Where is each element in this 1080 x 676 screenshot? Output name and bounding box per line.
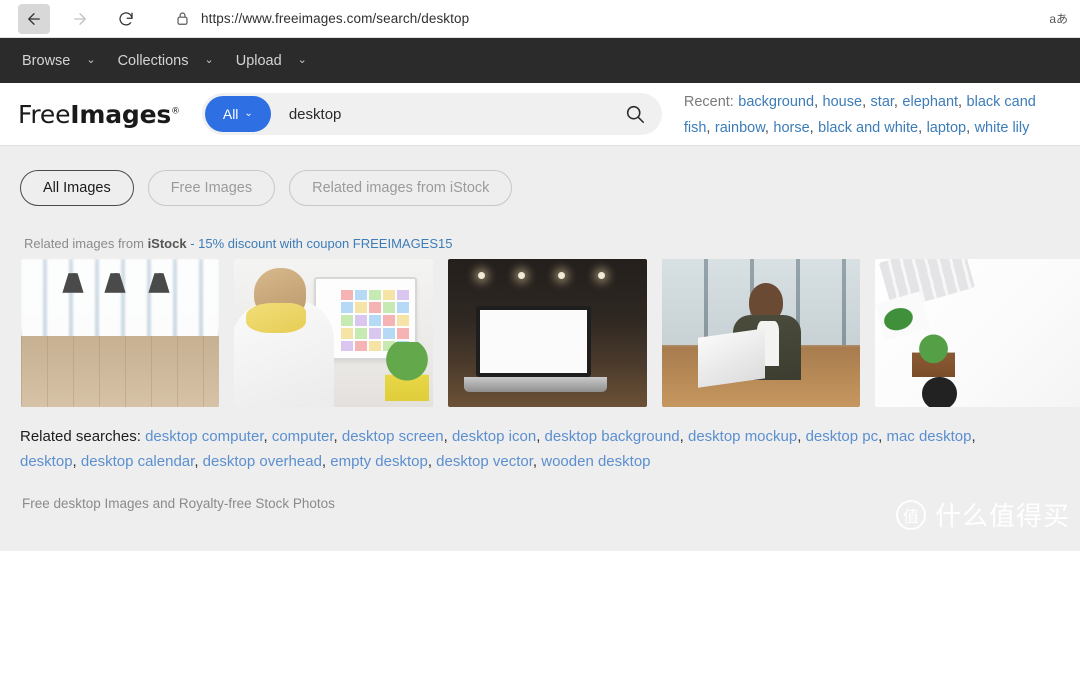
recent-link-rainbow[interactable]: rainbow xyxy=(715,120,765,136)
recent-link-black-and-white[interactable]: black and white xyxy=(818,120,918,136)
nav-item-collections[interactable]: Collections xyxy=(118,53,189,69)
recent-link-house[interactable]: house xyxy=(823,94,863,110)
related-link-wooden-desktop[interactable]: wooden desktop xyxy=(541,453,650,470)
lock-icon xyxy=(176,11,189,26)
related-link-desktop-vector[interactable]: desktop vector xyxy=(436,453,533,470)
recent-link-star[interactable]: star xyxy=(871,94,894,110)
related-link-mac-desktop[interactable]: mac desktop xyxy=(886,428,971,445)
chevron-down-icon-scope: ⌄ xyxy=(244,108,253,119)
related-searches-label: Related searches: xyxy=(20,428,141,445)
recent-searches-line-1: Recent: background, house, star, elephan… xyxy=(683,94,1036,110)
nav-item-upload[interactable]: Upload xyxy=(236,53,282,69)
browser-forward-button[interactable] xyxy=(64,4,96,34)
chevron-down-icon-upload[interactable]: ⌄ xyxy=(298,55,307,66)
related-link-desktop-overhead[interactable]: desktop overhead xyxy=(203,453,322,470)
related-link-desktop-icon[interactable]: desktop icon xyxy=(452,428,536,445)
address-bar-url: https://www.freeimages.com/search/deskto… xyxy=(201,11,470,26)
istock-thumbnail-5[interactable] xyxy=(875,259,1080,407)
istock-thumbnail-4[interactable] xyxy=(662,259,860,407)
recent-link-black-candle[interactable]: black cand xyxy=(967,94,1036,110)
search-input[interactable]: desktop xyxy=(289,106,624,123)
woman-at-computer-photo xyxy=(234,259,433,407)
search-results-area: All Images Free Images Related images fr… xyxy=(0,145,1080,551)
related-link-desktop-computer[interactable]: desktop computer xyxy=(145,428,263,445)
search-bar[interactable]: All ⌄ desktop xyxy=(201,93,662,135)
recent-link-white-lily[interactable]: white lily xyxy=(975,120,1030,136)
flatlay-desk-photo xyxy=(875,259,1080,407)
recent-link-fish[interactable]: fish xyxy=(684,120,707,136)
browser-back-button[interactable] xyxy=(18,3,50,34)
recent-label: Recent: xyxy=(683,94,734,110)
recent-searches-line-2: fish, rainbow, horse, black and white, l… xyxy=(683,120,1030,136)
office-interior-photo xyxy=(21,259,219,407)
istock-heading-brand: iStock xyxy=(147,236,187,251)
related-searches-line-2: desktop, desktop calendar, desktop overh… xyxy=(20,453,651,470)
related-searches: Related searches: desktop computer, comp… xyxy=(0,407,1080,474)
search-scope-dropdown[interactable]: All ⌄ xyxy=(204,96,271,132)
recent-link-laptop[interactable]: laptop xyxy=(927,120,967,136)
related-link-desktop-calendar[interactable]: desktop calendar xyxy=(81,453,194,470)
result-filter-tabs: All Images Free Images Related images fr… xyxy=(0,146,1080,206)
arrow-right-icon xyxy=(74,12,86,25)
related-link-desktop-background[interactable]: desktop background xyxy=(545,428,680,445)
search-button[interactable] xyxy=(624,103,646,125)
logo-text-free: Free xyxy=(18,99,71,129)
recent-link-elephant[interactable]: elephant xyxy=(902,94,958,110)
chevron-down-icon-collections[interactable]: ⌄ xyxy=(205,55,214,66)
tab-all-images[interactable]: All Images xyxy=(20,170,134,206)
related-link-desktop-mockup[interactable]: desktop mockup xyxy=(688,428,797,445)
tab-related-istock[interactable]: Related images from iStock xyxy=(289,170,513,206)
site-navbar: Browse ⌄ Collections ⌄ Upload ⌄ xyxy=(0,38,1080,83)
address-bar[interactable]: https://www.freeimages.com/search/deskto… xyxy=(160,4,1044,33)
recent-link-background[interactable]: background xyxy=(738,94,814,110)
laptop-dark-desk-photo xyxy=(448,259,647,407)
related-link-desktop-pc[interactable]: desktop pc xyxy=(806,428,879,445)
istock-thumbnail-row xyxy=(0,259,1080,407)
browser-toolbar: https://www.freeimages.com/search/deskto… xyxy=(0,0,1080,38)
related-link-empty-desktop[interactable]: empty desktop xyxy=(330,453,428,470)
istock-thumbnail-1[interactable] xyxy=(21,259,219,407)
nav-item-browse[interactable]: Browse xyxy=(22,53,70,69)
recent-searches: Recent: background, house, star, elephan… xyxy=(684,87,1080,141)
recent-link-horse[interactable]: horse xyxy=(773,120,809,136)
site-header: FreeImages® All ⌄ desktop Recent: backgr… xyxy=(0,83,1080,145)
site-logo[interactable]: FreeImages® xyxy=(18,100,180,129)
browser-reload-button[interactable] xyxy=(110,4,142,34)
tab-free-images[interactable]: Free Images xyxy=(147,170,276,206)
reader-mode-icon[interactable]: aあ xyxy=(1049,10,1072,27)
related-link-computer[interactable]: computer xyxy=(272,428,334,445)
istock-discount-link[interactable]: - 15% discount with coupon FREEIMAGES15 xyxy=(187,236,452,251)
search-icon xyxy=(626,105,644,124)
reload-icon xyxy=(119,11,133,26)
chevron-down-icon-browse[interactable]: ⌄ xyxy=(86,55,95,66)
related-link-desktop-screen[interactable]: desktop screen xyxy=(342,428,444,445)
results-heading: Free desktop Images and Royalty-free Sto… xyxy=(22,496,335,511)
istock-thumbnail-2[interactable] xyxy=(234,259,433,407)
istock-thumbnail-3[interactable] xyxy=(448,259,647,407)
related-link-desktop[interactable]: desktop xyxy=(20,453,73,470)
logo-registered-mark: ® xyxy=(171,106,180,117)
related-searches-line-1: Related searches: desktop computer, comp… xyxy=(20,428,976,445)
search-scope-label: All xyxy=(222,106,239,122)
istock-promo-heading: Related images from iStock - 15% discoun… xyxy=(0,206,1080,259)
istock-heading-prefix: Related images from xyxy=(24,236,148,251)
man-with-laptop-photo xyxy=(662,259,860,407)
arrow-left-icon xyxy=(28,12,40,25)
logo-text-images: Images xyxy=(70,99,172,129)
